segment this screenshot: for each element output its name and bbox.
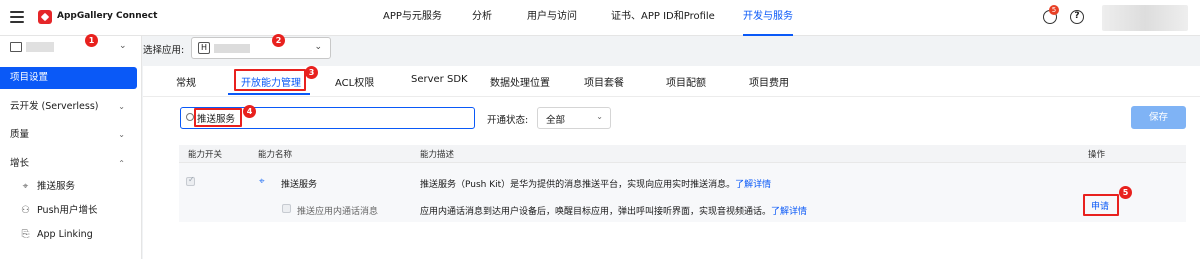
tab-acl[interactable]: ACL权限 bbox=[335, 74, 374, 89]
nav-users-access[interactable]: 用户与访问 bbox=[527, 0, 577, 36]
tab-billing[interactable]: 项目费用 bbox=[749, 74, 789, 89]
annotation-marker-2: 2 bbox=[272, 34, 285, 47]
brand-name: AppGallery Connect bbox=[57, 11, 158, 21]
annotation-marker-4: 4 bbox=[243, 105, 256, 118]
column-header-switch: 能力开关 bbox=[188, 150, 223, 160]
column-header-action: 操作 bbox=[1088, 150, 1106, 160]
push-kit-icon: ⌖ bbox=[259, 176, 265, 187]
tab-plan[interactable]: 项目套餐 bbox=[584, 74, 624, 89]
menu-icon[interactable] bbox=[10, 11, 24, 23]
sidebar-item-label: 云开发 (Serverless) bbox=[10, 101, 99, 112]
capability-name: 推送应用内通话消息 bbox=[297, 207, 379, 217]
chevron-down-icon: ⌄ bbox=[118, 102, 125, 111]
table-header bbox=[179, 145, 1186, 163]
app-select[interactable]: H ⌄ bbox=[191, 37, 331, 59]
help-icon[interactable]: ? bbox=[1070, 10, 1084, 24]
chevron-down-icon: ⌄ bbox=[314, 42, 322, 52]
capability-description: 推送服务（Push Kit）是华为提供的消息推送平台，实现向应用实时推送消息。了… bbox=[420, 180, 772, 190]
nav-app-services[interactable]: APP与元服务 bbox=[383, 0, 442, 36]
status-filter-value: 全部 bbox=[546, 115, 566, 126]
notification-count-badge: 5 bbox=[1049, 5, 1059, 15]
chevron-down-icon[interactable]: ⌄ bbox=[119, 41, 127, 51]
annotation-marker-5: 5 bbox=[1119, 186, 1132, 199]
sidebar-item-label: 质量 bbox=[10, 129, 30, 140]
learn-more-link[interactable]: 了解详情 bbox=[735, 180, 771, 190]
link-icon: ⎘ bbox=[21, 229, 30, 240]
column-header-description: 能力描述 bbox=[420, 150, 455, 160]
sidebar-item-serverless[interactable]: 云开发 (Serverless) ⌄ bbox=[0, 96, 137, 118]
status-filter-select[interactable]: 全部 ⌄ bbox=[537, 107, 611, 129]
account-avatar[interactable] bbox=[1102, 5, 1188, 31]
tab-quota[interactable]: 项目配额 bbox=[666, 74, 706, 89]
sidebar-item-app-linking[interactable]: ⎘ App Linking bbox=[20, 226, 93, 244]
annotation-box-3 bbox=[234, 69, 306, 91]
project-name[interactable] bbox=[26, 42, 54, 52]
sidebar-item-push-growth[interactable]: ⚇ Push用户增长 bbox=[20, 202, 98, 220]
tab-general[interactable]: 常规 bbox=[176, 74, 196, 89]
top-bar: AppGallery Connect APP与元服务 分析 用户与访问 证书、A… bbox=[0, 0, 1200, 36]
check-icon: ✓ bbox=[188, 175, 195, 184]
nav-certificates[interactable]: 证书、APP ID和Profile bbox=[611, 0, 715, 36]
nav-analytics[interactable]: 分析 bbox=[472, 0, 492, 36]
user-growth-icon: ⚇ bbox=[21, 205, 30, 216]
annotation-marker-3: 3 bbox=[305, 66, 318, 79]
select-app-label: 选择应用: bbox=[143, 45, 185, 56]
sidebar-item-label: 增长 bbox=[10, 158, 30, 169]
chevron-down-icon: ⌄ bbox=[596, 112, 603, 121]
tab-server-sdk[interactable]: Server SDK bbox=[411, 74, 468, 85]
capability-switch-checkbox[interactable]: ✓ bbox=[186, 175, 195, 186]
chevron-up-icon: ⌃ bbox=[118, 159, 125, 168]
annotation-box-5 bbox=[1083, 194, 1119, 216]
tab-divider bbox=[143, 96, 1200, 97]
push-kit-icon: ⌖ bbox=[22, 181, 29, 192]
capability-description: 应用内通话消息到达用户设备后，唤醒目标应用，弹出呼叫接听界面，实现音视频通话。了… bbox=[420, 207, 808, 217]
nav-dev-services[interactable]: 开发与服务 bbox=[743, 0, 793, 36]
tab-data-location[interactable]: 数据处理位置 bbox=[490, 74, 550, 89]
save-button[interactable]: 保存 bbox=[1131, 106, 1186, 129]
sidebar-item-quality[interactable]: 质量 ⌄ bbox=[0, 124, 137, 146]
column-header-name: 能力名称 bbox=[258, 150, 293, 160]
search-icon bbox=[186, 113, 194, 121]
folder-icon bbox=[10, 42, 22, 52]
app-name bbox=[214, 44, 250, 53]
chevron-down-icon: ⌄ bbox=[118, 130, 125, 139]
appgallery-logo-icon bbox=[38, 10, 52, 24]
annotation-marker-1: 1 bbox=[85, 34, 98, 47]
sidebar-item-push-kit[interactable]: ⌖ 推送服务 bbox=[20, 178, 75, 196]
capability-switch-checkbox[interactable] bbox=[282, 204, 291, 213]
harmony-app-icon: H bbox=[198, 42, 210, 54]
learn-more-link[interactable]: 了解详情 bbox=[771, 207, 807, 217]
capability-name: 推送服务 bbox=[281, 180, 318, 190]
status-filter-label: 开通状态: bbox=[487, 115, 529, 126]
sidebar-item-project-settings[interactable]: 项目设置 bbox=[0, 67, 137, 89]
active-tab-indicator bbox=[228, 93, 310, 95]
annotation-box-4 bbox=[194, 108, 242, 127]
sidebar-item-growth[interactable]: 增长 ⌃ bbox=[0, 153, 137, 175]
